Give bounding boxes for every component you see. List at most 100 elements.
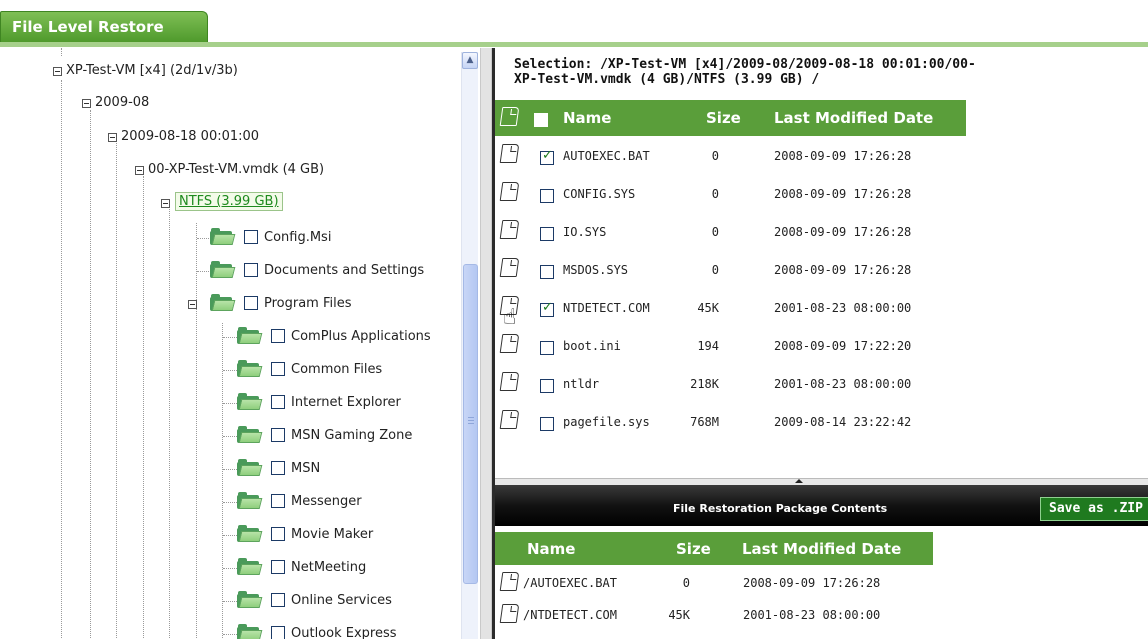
tree-folder-label[interactable]: Documents and Settings [264, 263, 424, 278]
tree-subfolder-label[interactable]: Common Files [291, 362, 382, 377]
tree-node-disk-label[interactable]: 00-XP-Test-VM.vmdk (4 GB) [148, 162, 324, 177]
tree-folder-label[interactable]: Program Files [264, 296, 352, 311]
file-row[interactable]: boot.ini 194 2008-09-09 17:22:20 [495, 329, 1015, 367]
select-all-checkbox[interactable] [534, 113, 548, 127]
tree-subfolder-label[interactable]: MSN [291, 461, 320, 476]
collapse-icon[interactable] [82, 99, 91, 108]
tree-node-disk[interactable]: 00-XP-Test-VM.vmdk (4 GB) [134, 161, 434, 181]
tree-subfolder[interactable]: Outlook Express [237, 624, 467, 639]
file-name: CONFIG.SYS [563, 187, 636, 201]
folder-icon [237, 327, 263, 345]
tree-folder-label[interactable]: Config.Msi [264, 230, 331, 245]
save-zip-button[interactable]: Save as .ZIP [1040, 497, 1148, 521]
checkbox-icon[interactable] [271, 593, 285, 607]
file-modified: 2009-08-14 23:22:42 [774, 415, 912, 429]
file-checkbox[interactable] [540, 417, 554, 431]
checkbox-icon[interactable] [271, 626, 285, 639]
collapse-icon[interactable] [108, 133, 117, 142]
checkbox-icon[interactable] [271, 329, 285, 343]
file-checkbox[interactable] [540, 341, 554, 355]
file-row[interactable]: ntldr 218K 2001-08-23 08:00:00 [495, 367, 1015, 405]
file-row[interactable]: IO.SYS 0 2008-09-09 17:26:28 [495, 215, 1015, 253]
file-size: 768M [690, 415, 719, 429]
tree-subfolder[interactable]: ComPlus Applications [237, 327, 467, 348]
scroll-up-icon[interactable]: ▲ [462, 52, 478, 69]
tree-subfolder[interactable]: Online Services [237, 591, 467, 612]
bottom-pane-splitter[interactable] [495, 478, 1148, 485]
tree-node-volume-label[interactable]: NTFS (3.99 GB) [175, 192, 283, 211]
tree-line [143, 176, 144, 639]
collapse-icon[interactable] [161, 199, 170, 208]
folder-icon [210, 261, 236, 279]
scroll-grip [468, 417, 474, 418]
tree-node-snapshot-label[interactable]: 2009-08-18 00:01:00 [121, 129, 259, 144]
package-row[interactable]: /NTDETECT.COM 45K 2001-08-23 08:00:00 [495, 601, 1015, 633]
collapse-icon[interactable] [188, 300, 197, 309]
file-name: IO.SYS [563, 225, 607, 239]
pane-splitter[interactable] [480, 48, 492, 639]
tree-line [223, 403, 237, 404]
file-checkbox[interactable] [540, 189, 554, 203]
tree-folder[interactable]: Config.Msi [210, 228, 450, 249]
file-checkbox[interactable] [540, 227, 554, 241]
checkbox-icon[interactable] [244, 263, 258, 277]
file-checkbox[interactable] [540, 300, 554, 317]
column-header-modified[interactable]: Last Modified Date [742, 540, 901, 558]
file-row[interactable]: pagefile.sys 768M 2009-08-14 23:22:42 [495, 405, 1015, 443]
tree-subfolder-label[interactable]: NetMeeting [291, 560, 366, 575]
tree-subfolder[interactable]: MSN Gaming Zone [237, 426, 467, 447]
tree-folder[interactable]: Documents and Settings [210, 261, 460, 282]
tree-line [61, 48, 62, 56]
tree-subfolder[interactable]: MSN [237, 459, 467, 480]
tree-node-vm[interactable]: XP-Test-VM [x4] (2d/1v/3b) [52, 62, 352, 82]
checkbox-icon[interactable] [271, 362, 285, 376]
file-row[interactable]: AUTOEXEC.BAT 0 2008-09-09 17:26:28 [495, 139, 1015, 177]
collapse-icon[interactable] [53, 67, 62, 76]
column-header-name[interactable]: Name [527, 540, 575, 558]
scroll-thumb[interactable] [463, 264, 478, 584]
tree-node-volume[interactable]: NTFS (3.99 GB) [160, 192, 360, 214]
tree-node-month[interactable]: 2009-08 [81, 94, 281, 114]
tree-folder-program-files[interactable]: Program Files [187, 294, 447, 315]
checkbox-icon[interactable] [244, 296, 258, 310]
checkbox-icon[interactable] [271, 461, 285, 475]
tab-file-level-restore[interactable]: File Level Restore [0, 11, 208, 42]
tree-subfolder-label[interactable]: Messenger [291, 494, 362, 509]
tree-subfolder[interactable]: NetMeeting [237, 558, 467, 579]
tree-scrollbar[interactable]: ▲ [461, 52, 478, 639]
file-checkbox[interactable] [540, 379, 554, 393]
file-row[interactable]: NTDETECT.COM 45K 2001-08-23 08:00:00 [495, 291, 1015, 329]
tree-subfolder[interactable]: Common Files [237, 360, 467, 381]
tree-node-month-label[interactable]: 2009-08 [95, 95, 149, 110]
collapse-icon[interactable] [135, 166, 144, 175]
checkbox-icon[interactable] [271, 560, 285, 574]
column-header-size[interactable]: Size [706, 109, 741, 127]
file-name: MSDOS.SYS [563, 263, 629, 277]
checkbox-icon[interactable] [271, 428, 285, 442]
collapse-arrow-icon[interactable] [795, 479, 803, 483]
tree-subfolder-label[interactable]: Internet Explorer [291, 395, 401, 410]
folder-icon [237, 558, 263, 576]
file-checkbox[interactable] [540, 265, 554, 279]
tree-subfolder-label[interactable]: Online Services [291, 593, 392, 608]
file-row[interactable]: CONFIG.SYS 0 2008-09-09 17:26:28 [495, 177, 1015, 215]
checkbox-icon[interactable] [244, 230, 258, 244]
tree-subfolder-label[interactable]: MSN Gaming Zone [291, 428, 412, 443]
checkbox-icon[interactable] [271, 494, 285, 508]
tree-subfolder-label[interactable]: ComPlus Applications [291, 329, 431, 344]
file-row[interactable]: MSDOS.SYS 0 2008-09-09 17:26:28 [495, 253, 1015, 291]
column-header-name[interactable]: Name [563, 109, 611, 127]
column-header-modified[interactable]: Last Modified Date [774, 109, 933, 127]
tree-subfolder[interactable]: Internet Explorer [237, 393, 467, 414]
tree-subfolder[interactable]: Messenger [237, 492, 467, 513]
column-header-size[interactable]: Size [676, 540, 711, 558]
checkbox-icon[interactable] [271, 395, 285, 409]
package-row[interactable]: /AUTOEXEC.BAT 0 2008-09-09 17:26:28 [495, 569, 1015, 601]
tree-subfolder-label[interactable]: Outlook Express [291, 626, 397, 639]
tree-node-vm-label[interactable]: XP-Test-VM [x4] (2d/1v/3b) [66, 63, 238, 78]
tree-node-snapshot[interactable]: 2009-08-18 00:01:00 [107, 128, 357, 148]
checkbox-icon[interactable] [271, 527, 285, 541]
file-checkbox[interactable] [540, 148, 554, 165]
tree-subfolder[interactable]: Movie Maker [237, 525, 467, 546]
tree-subfolder-label[interactable]: Movie Maker [291, 527, 373, 542]
